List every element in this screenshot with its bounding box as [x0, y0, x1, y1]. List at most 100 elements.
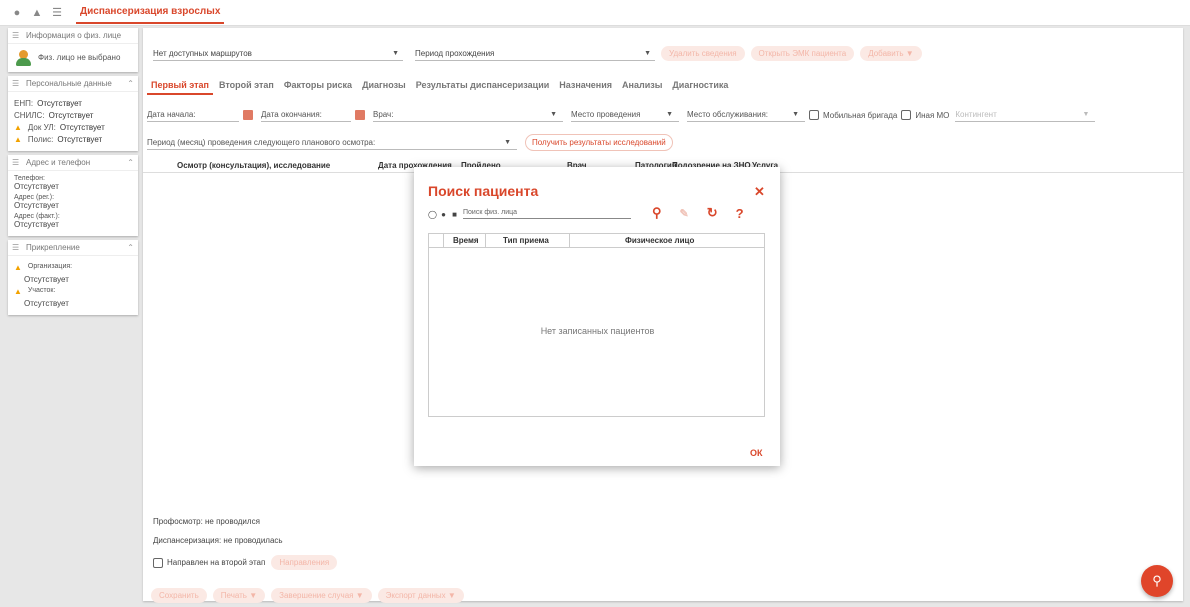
- print-button-label: Печать: [220, 591, 247, 600]
- column-header[interactable]: Время: [453, 236, 479, 245]
- address-header-label: Адрес и телефон: [26, 158, 91, 167]
- directions-button[interactable]: Направления: [271, 555, 338, 570]
- chevron-up-icon[interactable]: ⌃: [127, 79, 134, 88]
- empty-message: Нет записанных пациентов: [540, 326, 655, 336]
- dropdown-arrow-icon: ▼: [644, 49, 651, 57]
- calendar-icon[interactable]: [243, 110, 253, 120]
- patients-table: Время Тип приема Физическое лицо Нет зап…: [428, 233, 765, 417]
- personal-header[interactable]: ☰ Персональные данные ⌃: [8, 76, 138, 92]
- search-icon[interactable]: ⚲: [652, 205, 662, 221]
- delete-button[interactable]: Удалить сведения: [661, 46, 745, 61]
- start-date-field[interactable]: Дата начала:: [147, 108, 239, 122]
- polis-value: Отсутствует: [57, 135, 103, 144]
- tab-first-stage[interactable]: Первый этап: [147, 77, 213, 95]
- card-icon[interactable]: ■: [450, 210, 459, 219]
- dialog-title: Поиск пациента: [428, 183, 539, 199]
- route-select[interactable]: Нет доступных маршрутов ▼: [153, 47, 403, 61]
- dropdown-arrow-icon: ▼: [1082, 111, 1090, 118]
- open-emk-button[interactable]: Открыть ЭМК пациента: [750, 46, 855, 61]
- app-tab[interactable]: Диспансеризация взрослых: [76, 2, 225, 24]
- service-place-select[interactable]: Место обслуживания: ▼: [687, 108, 805, 122]
- person-icon[interactable]: ●: [439, 210, 448, 219]
- dokul-label: Док УЛ:: [27, 123, 56, 132]
- uch-label: Участок:: [27, 287, 56, 294]
- add-button[interactable]: Добавить ▼: [860, 46, 922, 61]
- tab-diagnostics[interactable]: Диагностика: [668, 77, 732, 95]
- reg-address-label: Адрес (рег.):: [14, 194, 55, 201]
- dropdown-arrow-icon: ▼: [504, 138, 511, 146]
- contingent-select[interactable]: Контингент ▼: [955, 108, 1096, 122]
- calendar-icon[interactable]: [355, 110, 365, 120]
- chevron-up-icon[interactable]: ⌃: [127, 243, 134, 252]
- fiz-header[interactable]: ☰ Информация о физ. лице: [8, 28, 138, 44]
- menu-icon: ☰: [12, 31, 20, 40]
- actions-bar: Сохранить Печать ▼ Завершение случая ▼ Э…: [143, 588, 470, 603]
- fiz-body: Физ. лицо не выбрано: [8, 44, 138, 72]
- route-row: Нет доступных маршрутов ▼ Период прохожд…: [153, 46, 922, 61]
- patient-search-dialog: Поиск пациента ✕ ◯ ● ■ Поиск физ. лица ⚲…: [414, 167, 780, 466]
- mobile-team-label: Мобильная бригада: [823, 110, 898, 120]
- warning-icon: ▲: [14, 135, 22, 144]
- place-select[interactable]: Место проведения ▼: [571, 108, 679, 122]
- search-icon: ⚲: [1152, 573, 1162, 588]
- polis-label: Полис:: [27, 135, 54, 144]
- other-mo-checkbox[interactable]: [901, 110, 912, 120]
- patients-table-header: Время Тип приема Физическое лицо: [429, 234, 764, 248]
- enp-label: ЕНП:: [14, 99, 34, 108]
- globe-icon[interactable]: ◯: [428, 210, 437, 219]
- export-button[interactable]: Экспорт данных ▼: [377, 588, 464, 603]
- add-button-label: Добавить: [868, 49, 904, 58]
- org-value: Отсутствует: [24, 275, 69, 284]
- tab-risk-factors[interactable]: Факторы риска: [280, 77, 356, 95]
- menu-icon[interactable]: ☰: [50, 6, 64, 20]
- doctor-label: Врач:: [373, 110, 394, 119]
- close-icon[interactable]: ✕: [754, 184, 765, 200]
- dropdown-arrow-icon: ▼: [392, 49, 399, 57]
- next-period-label: Период (месяц) проведения следующего пла…: [147, 137, 376, 147]
- user-icon[interactable]: ●: [10, 6, 24, 20]
- finish-case-button[interactable]: Завершение случая ▼: [271, 588, 372, 603]
- phone-value: Отсутствует: [14, 182, 59, 191]
- bell-icon[interactable]: ▲: [30, 6, 44, 20]
- next-period-select[interactable]: Период (месяц) проведения следующего пла…: [147, 136, 517, 150]
- attach-header[interactable]: ☰ Прикрепление ⌃: [8, 240, 138, 256]
- ok-button[interactable]: ОК: [750, 448, 763, 458]
- save-button[interactable]: Сохранить: [151, 588, 207, 603]
- menu-icon: ☰: [12, 79, 20, 88]
- column-header[interactable]: Осмотр (консультация), исследование: [177, 161, 330, 170]
- refresh-icon[interactable]: ↻: [707, 205, 718, 221]
- address-header[interactable]: ☰ Адрес и телефон ⌃: [8, 155, 138, 171]
- mobile-team-checkbox[interactable]: [809, 110, 819, 120]
- tab-second-stage[interactable]: Второй этап: [215, 77, 278, 95]
- warning-icon: ▲: [14, 287, 22, 296]
- menu-icon: ☰: [12, 243, 20, 252]
- doctor-select[interactable]: Врач: ▼: [373, 108, 563, 122]
- print-button[interactable]: Печать ▼: [212, 588, 266, 603]
- period-select[interactable]: Период прохождения ▼: [415, 47, 655, 61]
- period-select-value: Период прохождения: [415, 48, 495, 58]
- tab-analyses[interactable]: Анализы: [618, 77, 666, 95]
- tab-diagnoses[interactable]: Диагнозы: [358, 77, 410, 95]
- export-button-label: Экспорт данных: [385, 591, 446, 600]
- left-panel: ☰ Информация о физ. лице Физ. лицо не вы…: [8, 28, 138, 319]
- column-header[interactable]: Физическое лицо: [625, 236, 694, 245]
- help-icon[interactable]: ?: [736, 206, 744, 221]
- search-fab-button[interactable]: ⚲: [1141, 565, 1173, 597]
- dropdown-arrow-icon: ▼: [666, 111, 673, 118]
- tab-appointments[interactable]: Назначения: [555, 77, 616, 95]
- dokul-value: Отсутствует: [59, 123, 105, 132]
- finish-case-button-label: Завершение случая: [279, 591, 354, 600]
- chevron-up-icon[interactable]: ⌃: [127, 158, 134, 167]
- column-header[interactable]: Тип приема: [503, 236, 549, 245]
- snils-label: СНИЛС:: [14, 111, 45, 120]
- uch-value: Отсутствует: [24, 299, 69, 308]
- search-row: ◯ ● ■ Поиск физ. лица: [428, 209, 631, 219]
- edit-icon[interactable]: ✎: [680, 207, 689, 220]
- get-results-button[interactable]: Получить результаты исследований: [525, 134, 673, 151]
- search-input[interactable]: Поиск физ. лица: [463, 209, 631, 219]
- reg-address-value: Отсутствует: [14, 201, 59, 210]
- other-mo-label: Иная МО: [915, 110, 950, 120]
- second-stage-checkbox[interactable]: [153, 557, 163, 568]
- end-date-field[interactable]: Дата окончания:: [261, 108, 351, 122]
- tab-results[interactable]: Результаты диспансеризации: [412, 77, 554, 95]
